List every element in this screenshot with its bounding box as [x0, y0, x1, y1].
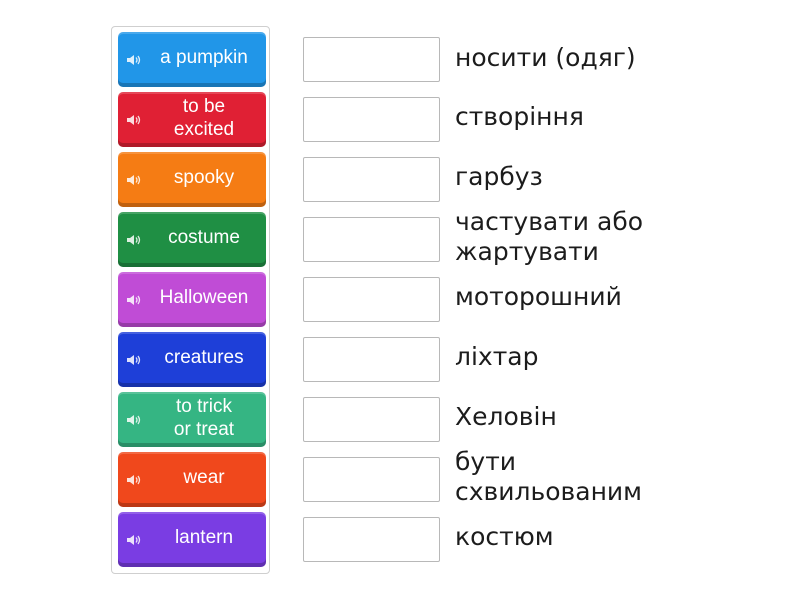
definition-2: створіння	[455, 102, 584, 131]
tile-label: Halloween	[159, 287, 249, 308]
definition-4: частувати або жартувати	[455, 207, 644, 266]
drop-slot-9[interactable]	[303, 517, 440, 562]
definition-9: костюм	[455, 522, 554, 551]
tile-label: to be excited	[173, 95, 235, 140]
speaker-icon[interactable]	[127, 474, 141, 486]
speaker-icon[interactable]	[127, 534, 141, 546]
word-tile-a-pumpkin[interactable]: a pumpkin	[118, 32, 266, 87]
word-tile-halloween[interactable]: Halloween	[118, 272, 266, 327]
word-tile-costume[interactable]: costume	[118, 212, 266, 267]
definition-3: гарбуз	[455, 162, 543, 191]
match-up-activity: a pumpkin to be excited spooky costume H…	[0, 0, 800, 600]
tile-label: costume	[168, 227, 240, 248]
definition-6: ліхтар	[455, 342, 539, 371]
drop-slot-2[interactable]	[303, 97, 440, 142]
drop-slot-7[interactable]	[303, 397, 440, 442]
word-tile-to-trick-or-treat[interactable]: to trick or treat	[118, 392, 266, 447]
drop-slot-4[interactable]	[303, 217, 440, 262]
tile-label: a pumpkin	[160, 47, 248, 68]
speaker-icon[interactable]	[127, 54, 141, 66]
speaker-icon[interactable]	[127, 174, 141, 186]
speaker-icon[interactable]	[127, 234, 141, 246]
definition-7: Хеловін	[455, 402, 557, 431]
tile-label: creatures	[164, 347, 244, 368]
word-tile-wear[interactable]: wear	[118, 452, 266, 507]
word-tile-to-be-excited[interactable]: to be excited	[118, 92, 266, 147]
definition-5: моторошний	[455, 282, 622, 311]
tile-label: lantern	[174, 527, 234, 548]
drop-slot-6[interactable]	[303, 337, 440, 382]
drop-slot-1[interactable]	[303, 37, 440, 82]
tile-label: wear	[183, 467, 225, 488]
drop-slot-3[interactable]	[303, 157, 440, 202]
drop-slot-5[interactable]	[303, 277, 440, 322]
speaker-icon[interactable]	[127, 114, 141, 126]
word-tile-creatures[interactable]: creatures	[118, 332, 266, 387]
tile-label: spooky	[173, 167, 235, 188]
speaker-icon[interactable]	[127, 414, 141, 426]
drop-slot-8[interactable]	[303, 457, 440, 502]
definition-8: бути схвильованим	[455, 447, 643, 506]
speaker-icon[interactable]	[127, 354, 141, 366]
word-tile-lantern[interactable]: lantern	[118, 512, 266, 567]
word-tile-spooky[interactable]: spooky	[118, 152, 266, 207]
speaker-icon[interactable]	[127, 294, 141, 306]
tile-label: to trick or treat	[173, 395, 235, 440]
definition-1: носити (одяг)	[455, 43, 636, 72]
